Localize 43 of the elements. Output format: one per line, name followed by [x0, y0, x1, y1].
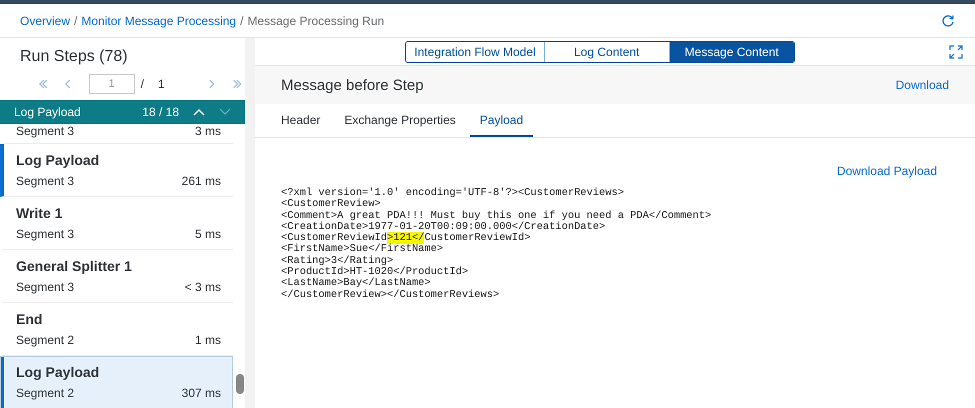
- segment-label: Segment 3: [16, 124, 74, 138]
- section-title: Message before Step: [281, 76, 425, 94]
- tab[interactable]: Payload: [470, 104, 534, 137]
- tab[interactable]: Header: [271, 104, 330, 137]
- step-title: Log Payload: [16, 364, 100, 380]
- segment-label: Segment 2: [16, 386, 74, 400]
- search-term: Log Payload: [14, 105, 82, 119]
- step-item[interactable]: Segment 3 3 ms: [0, 124, 233, 144]
- payload-code: <?xml version='1.0' encoding='UTF-8'?><CustomerReviews> <CustomerReview> <Comment>A great PDA!!! Must buy this one if you need a PDA</Comment> <CreationDate>1977-01-20T00:09:00.000</CreationDate> <CustomerReviewId>121</CustomerReviewId> <FirstName>Sue</FirstName> <Rating>3</Rating> <ProductId>HT-1020</ProductId> <LastName>Bay</LastName> </CustomerReview></CustomerReviews>: [281, 188, 712, 301]
- step-duration: 5 ms: [194, 227, 221, 241]
- page-total: 1: [158, 77, 165, 91]
- step-title: Write 1: [16, 205, 64, 221]
- pager-separator: /: [140, 77, 144, 91]
- result-count: 18 / 18: [142, 105, 179, 119]
- fullscreen-icon[interactable]: [949, 45, 963, 59]
- scrollbar-thumb[interactable]: [236, 374, 244, 394]
- down-icon[interactable]: [219, 107, 231, 117]
- step-duration: 307 ms: [182, 386, 221, 400]
- segment-label: Segment 2: [16, 333, 74, 347]
- up-icon[interactable]: [193, 107, 205, 117]
- step-item[interactable]: Log Payload Segment 2 307 ms: [0, 356, 233, 408]
- download-link[interactable]: Download: [896, 78, 949, 92]
- step-duration: 1 ms: [194, 333, 221, 347]
- segment-label: Segment 3: [16, 280, 74, 294]
- step-item[interactable]: Log Payload Segment 3 261 ms: [0, 144, 233, 197]
- segment-label: Segment 3: [16, 174, 74, 188]
- step-title: End: [16, 311, 44, 327]
- step-duration: < 3 ms: [184, 280, 221, 294]
- breadcrumb-separator: /: [240, 14, 244, 28]
- view-toggle-button[interactable]: Message Content: [668, 42, 794, 62]
- breadcrumb-current: Message Processing Run: [247, 14, 384, 28]
- panel-title: Run Steps (78): [19, 47, 129, 67]
- refresh-icon[interactable]: [941, 14, 955, 28]
- segment-label: Segment 3: [16, 227, 74, 241]
- breadcrumb-separator: /: [74, 14, 78, 28]
- download-payload-link[interactable]: Download Payload: [836, 164, 937, 178]
- step-duration: 3 ms: [194, 124, 221, 138]
- breadcrumb-link[interactable]: Overview: [20, 14, 70, 28]
- breadcrumb-link[interactable]: Monitor Message Processing: [81, 14, 236, 28]
- step-title: General Splitter 1: [16, 258, 133, 274]
- step-duration: 261 ms: [182, 174, 221, 188]
- tab[interactable]: Exchange Properties: [334, 104, 466, 137]
- step-title: Log Payload: [16, 152, 100, 168]
